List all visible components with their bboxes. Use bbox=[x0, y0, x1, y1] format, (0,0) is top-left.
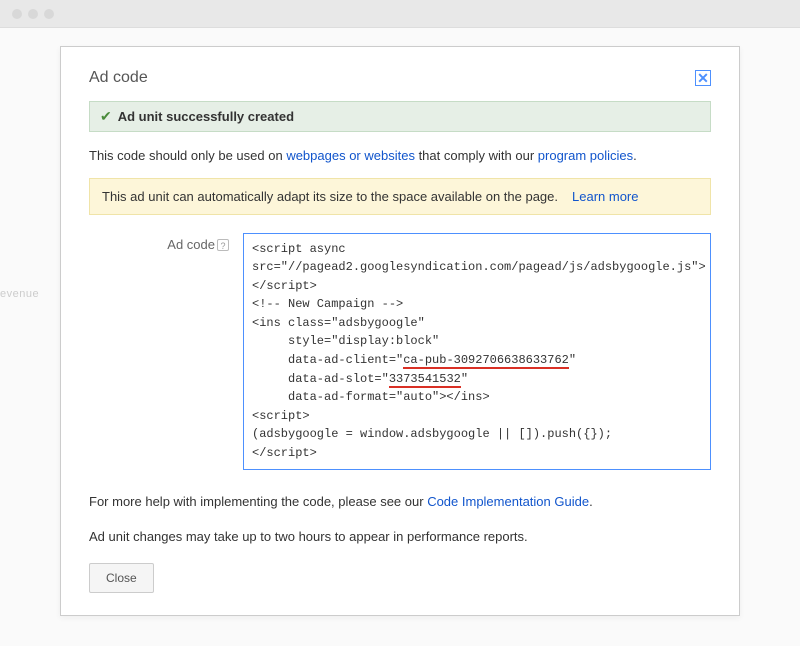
info-text: This code should only be used on webpage… bbox=[89, 146, 711, 166]
help-pre: For more help with implementing the code… bbox=[89, 494, 427, 509]
learn-more-link[interactable]: Learn more bbox=[572, 189, 638, 204]
code-line: </script> bbox=[252, 279, 317, 293]
code-row: Ad code? <script async src="//pagead2.go… bbox=[89, 233, 711, 470]
delay-note: Ad unit changes may take up to two hours… bbox=[89, 527, 711, 547]
ad-slot-value: 3373541532 bbox=[389, 372, 461, 388]
webpages-link[interactable]: webpages or websites bbox=[286, 148, 415, 163]
traffic-dot bbox=[44, 9, 54, 19]
ad-client-value: ca-pub-3092706638633762 bbox=[403, 353, 569, 369]
code-line: data-ad-client=" bbox=[252, 353, 403, 367]
help-post: . bbox=[589, 494, 593, 509]
code-guide-link[interactable]: Code Implementation Guide bbox=[427, 494, 589, 509]
background-text: evenue bbox=[0, 288, 39, 300]
policies-link[interactable]: program policies bbox=[538, 148, 633, 163]
code-line: </script> bbox=[252, 446, 317, 460]
modal-header: Ad code ✕ bbox=[89, 69, 711, 87]
help-icon[interactable]: ? bbox=[217, 239, 229, 251]
code-line: " bbox=[569, 353, 576, 367]
traffic-dot bbox=[28, 9, 38, 19]
code-line: <script> bbox=[252, 409, 310, 423]
code-label: Ad code? bbox=[89, 233, 229, 470]
help-text: For more help with implementing the code… bbox=[89, 492, 711, 512]
close-button[interactable]: Close bbox=[89, 563, 154, 593]
adaptive-text: This ad unit can automatically adapt its… bbox=[102, 189, 558, 204]
code-line: <ins class="adsbygoogle" bbox=[252, 316, 425, 330]
code-line: style="display:block" bbox=[252, 334, 439, 348]
code-line: src="//pagead2.googlesyndication.com/pag… bbox=[252, 260, 706, 274]
traffic-dot bbox=[12, 9, 22, 19]
close-icon[interactable]: ✕ bbox=[695, 70, 711, 86]
check-icon: ✔ bbox=[100, 108, 112, 125]
ad-code-textarea[interactable]: <script async src="//pagead2.googlesyndi… bbox=[243, 233, 711, 470]
modal-title: Ad code bbox=[89, 69, 148, 87]
code-line: " bbox=[461, 372, 468, 386]
code-line: data-ad-slot=" bbox=[252, 372, 389, 386]
adaptive-banner: This ad unit can automatically adapt its… bbox=[89, 178, 711, 215]
info-post: . bbox=[633, 148, 637, 163]
ad-code-modal: Ad code ✕ ✔ Ad unit successfully created… bbox=[60, 46, 740, 616]
code-line: <!-- New Campaign --> bbox=[252, 297, 403, 311]
code-line: data-ad-format="auto"></ins> bbox=[252, 390, 490, 404]
info-pre: This code should only be used on bbox=[89, 148, 286, 163]
window-body: evenue Ad code ✕ ✔ Ad unit successfully … bbox=[0, 28, 800, 646]
browser-chrome bbox=[0, 0, 800, 28]
info-mid: that comply with our bbox=[415, 148, 538, 163]
success-banner: ✔ Ad unit successfully created bbox=[89, 101, 711, 132]
code-line: (adsbygoogle = window.adsbygoogle || [])… bbox=[252, 427, 612, 441]
success-text: Ad unit successfully created bbox=[118, 109, 294, 124]
code-label-text: Ad code bbox=[167, 237, 215, 252]
code-line: <script async bbox=[252, 242, 346, 256]
